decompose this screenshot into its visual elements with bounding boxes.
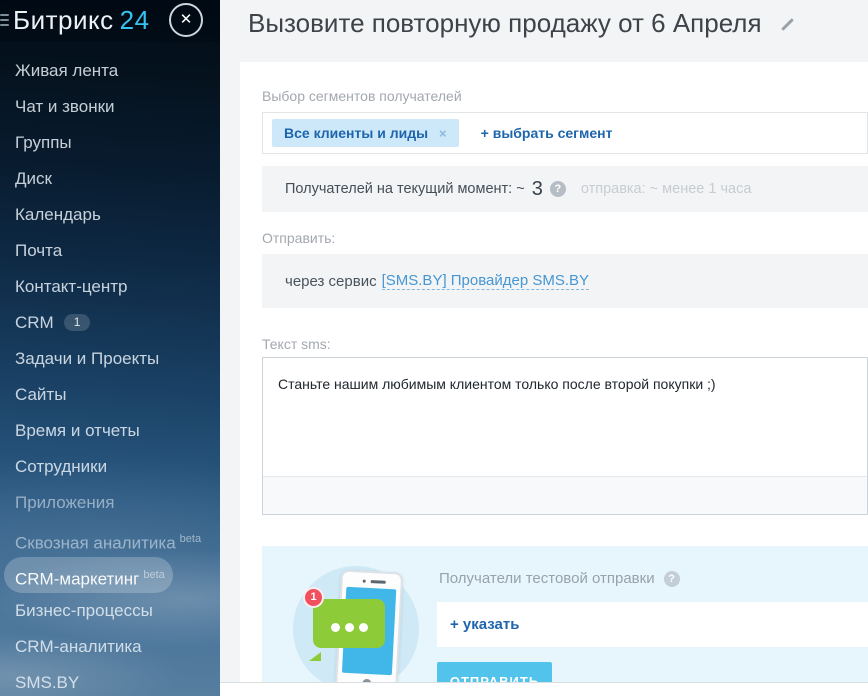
- sms-textarea-footer: [263, 476, 867, 514]
- add-segment-link[interactable]: + выбрать сегмент: [481, 125, 613, 141]
- recipients-text: Получателей на текущий момент: ~: [285, 181, 525, 197]
- segment-tag-label: Все клиенты и лиды: [284, 125, 428, 141]
- help-icon[interactable]: ?: [550, 181, 566, 197]
- sidebar-item-business-processes[interactable]: Бизнес-процессы: [0, 593, 220, 629]
- bitrix24-app: Битрикс24 ✕ Живая лента Чат и звонки Гру…: [0, 0, 868, 696]
- test-send-panel: 1 Получатели тестовой отправки ? + указа…: [262, 546, 868, 682]
- sidebar: Битрикс24 ✕ Живая лента Чат и звонки Гру…: [0, 0, 220, 696]
- sidebar-item-calendar[interactable]: Календарь: [0, 197, 220, 233]
- page-header: Вызовите повторную продажу от 6 Апреля: [220, 0, 868, 62]
- sidebar-item-chat-calls[interactable]: Чат и звонки: [0, 89, 220, 125]
- segment-remove-icon[interactable]: ×: [439, 126, 447, 141]
- recipients-summary-bar: Получателей на текущий момент: ~ 3 ? отп…: [262, 166, 868, 212]
- sidebar-item-crm-marketing[interactable]: CRM-маркетингbeta: [4, 557, 173, 593]
- segments-label: Выбор сегментов получателей: [262, 88, 868, 104]
- sidebar-item-crm-analytics[interactable]: CRM-аналитика: [0, 629, 220, 665]
- sidebar-item-tasks-projects[interactable]: Задачи и Проекты: [0, 341, 220, 377]
- logo-suffix: 24: [120, 5, 150, 35]
- service-provider-link[interactable]: [SMS.BY] Провайдер SMS.BY: [382, 272, 589, 290]
- sidebar-item-contact-center[interactable]: Контакт-центр: [0, 269, 220, 305]
- sidebar-item-groups[interactable]: Группы: [0, 125, 220, 161]
- main-content: Вызовите повторную продажу от 6 Апреля В…: [220, 0, 868, 696]
- hamburger-menu-icon[interactable]: [0, 14, 5, 28]
- sidebar-item-mail[interactable]: Почта: [0, 233, 220, 269]
- sidebar-item-end-to-end-analytics[interactable]: Сквозная аналитикаbeta: [0, 521, 220, 557]
- panel-bottom-edge: [220, 682, 868, 696]
- sms-textarea-box: Станьте нашим любимым клиентом только по…: [262, 357, 868, 515]
- segment-tag[interactable]: Все клиенты и лиды ×: [272, 119, 459, 147]
- sidebar-item-employees[interactable]: Сотрудники: [0, 449, 220, 485]
- sidebar-nav: Живая лента Чат и звонки Группы Диск Кал…: [0, 53, 220, 696]
- sidebar-item-crm[interactable]: CRM1: [0, 305, 220, 341]
- recipients-count: 3: [532, 178, 543, 201]
- sidebar-item-disk[interactable]: Диск: [0, 161, 220, 197]
- close-icon[interactable]: ✕: [169, 3, 203, 37]
- test-recipients-input[interactable]: + указать: [437, 602, 868, 647]
- send-duration-note: отправка: ~ менее 1 часа: [581, 181, 752, 197]
- logo-brand: Битрикс: [13, 5, 114, 35]
- beta-tag: beta: [180, 533, 201, 545]
- notification-badge: 1: [303, 587, 324, 608]
- add-test-recipient-link[interactable]: + указать: [450, 616, 519, 633]
- crm-counter-badge: 1: [64, 314, 91, 331]
- sidebar-item-live-feed[interactable]: Живая лента: [0, 53, 220, 89]
- beta-tag: beta: [143, 569, 164, 581]
- sidebar-item-sites[interactable]: Сайты: [0, 377, 220, 413]
- sms-text-input[interactable]: Станьте нашим любимым клиентом только по…: [263, 358, 867, 476]
- send-label: Отправить:: [262, 230, 868, 246]
- test-recipients-label: Получатели тестовой отправки ?: [439, 570, 680, 587]
- send-test-button[interactable]: ОТПРАВИТЬ: [437, 662, 552, 682]
- bitrix24-logo: Битрикс24: [13, 5, 150, 36]
- sidebar-item-applications[interactable]: Приложения: [0, 485, 220, 521]
- help-icon[interactable]: ?: [664, 571, 680, 587]
- sidebar-header: Битрикс24 ✕: [0, 0, 220, 42]
- campaign-form-card: Выбор сегментов получателей Все клиенты …: [240, 62, 868, 682]
- service-via-text: через сервис: [285, 273, 377, 290]
- service-box: через сервис [SMS.BY] Провайдер SMS.BY: [262, 254, 868, 308]
- sms-text-label: Текст sms:: [262, 336, 868, 352]
- sidebar-item-time-reports[interactable]: Время и отчеты: [0, 413, 220, 449]
- sidebar-item-smsby[interactable]: SMS.BY: [0, 665, 220, 696]
- message-bubble-icon: [313, 599, 385, 648]
- page-title: Вызовите повторную продажу от 6 Апреля: [248, 8, 762, 39]
- segments-input-box[interactable]: Все клиенты и лиды × + выбрать сегмент: [262, 112, 868, 154]
- edit-title-pencil-icon[interactable]: [781, 18, 794, 31]
